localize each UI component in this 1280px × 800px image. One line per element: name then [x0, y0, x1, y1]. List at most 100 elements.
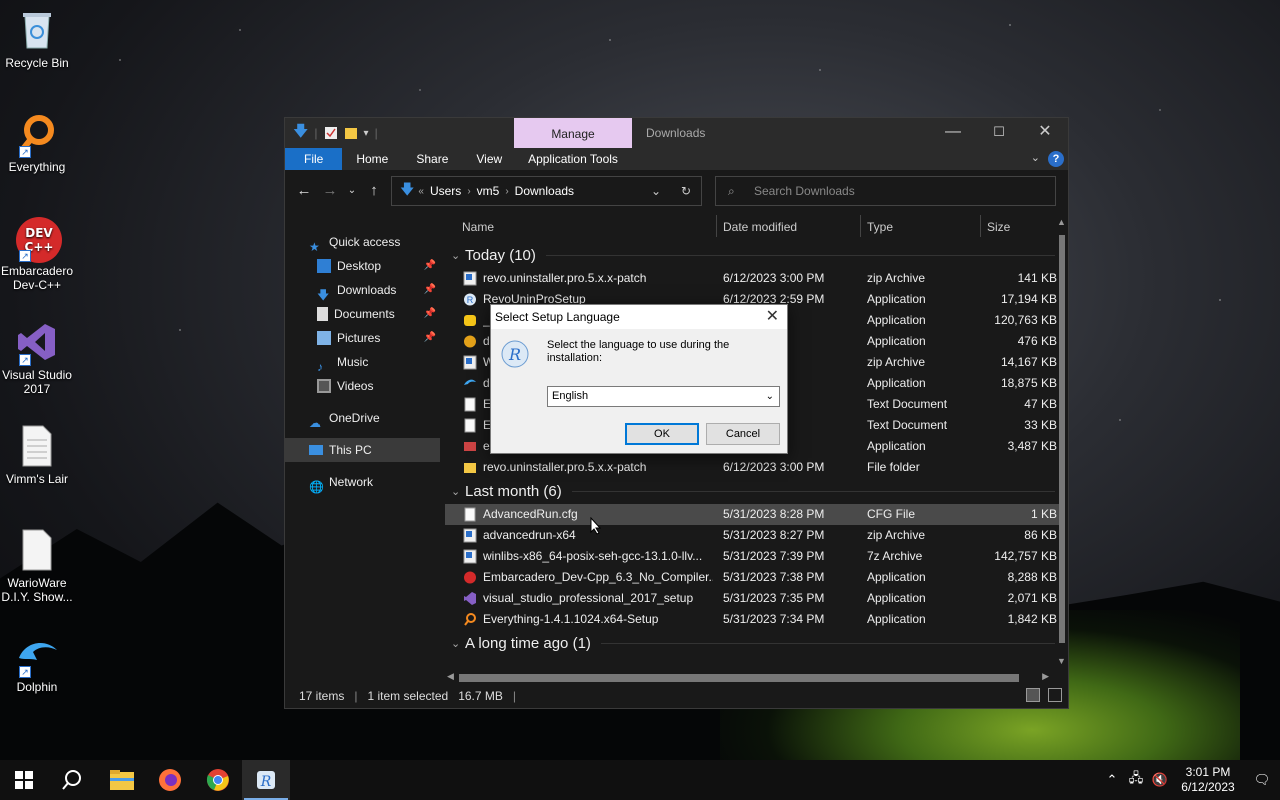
column-divider[interactable] — [980, 215, 981, 237]
star-icon: ★ — [309, 240, 320, 254]
close-button[interactable]: ✕ — [1022, 118, 1068, 148]
tab-file[interactable]: File — [285, 148, 343, 170]
desktop-icon-vimms-lair[interactable]: Vimm's Lair — [0, 424, 74, 486]
properties-icon[interactable] — [324, 126, 338, 140]
maximize-button[interactable]: ☐ — [976, 118, 1022, 148]
desktop-icon-dolphin[interactable]: ↗ Dolphin — [0, 632, 74, 694]
breadcrumb-chevron-icon[interactable]: › — [467, 186, 470, 197]
collapse-chevron-icon[interactable]: ⌄ — [451, 485, 460, 498]
vertical-scrollbar[interactable]: ▲ ▼ — [1056, 217, 1068, 666]
scroll-up-icon[interactable]: ▲ — [1057, 217, 1066, 227]
column-size[interactable]: Size — [987, 220, 1010, 234]
breadcrumb-overflow-icon[interactable]: « — [418, 186, 424, 197]
desktop-icon-warioware[interactable]: WarioWare D.I.Y. Show... — [0, 528, 74, 604]
dialog-close-icon[interactable]: ✕ — [766, 305, 779, 329]
collapse-chevron-icon[interactable]: ⌄ — [451, 249, 460, 262]
details-view-icon[interactable] — [1026, 688, 1040, 702]
recent-locations-chevron-icon[interactable]: ⌄ — [343, 185, 361, 196]
file-row[interactable]: revo.uninstaller.pro.5.x.x-patch 6/12/202… — [445, 457, 1065, 478]
nav-this-pc[interactable]: This PC — [285, 438, 440, 462]
minimize-button[interactable]: — — [930, 118, 976, 148]
file-row[interactable]: advancedrun-x64 5/31/2023 8:27 PM zip Arch… — [445, 525, 1065, 546]
volume-muted-icon[interactable]: 🔇 — [1148, 772, 1172, 788]
nav-desktop[interactable]: Desktop 📌 — [285, 254, 440, 278]
tab-share[interactable]: Share — [402, 148, 462, 170]
taskbar-file-explorer[interactable] — [98, 760, 146, 800]
desktop-icon-devcpp[interactable]: DEV C++ ↗ Embarcadero Dev-C++ — [0, 216, 74, 292]
column-divider[interactable] — [860, 215, 861, 237]
nav-music[interactable]: ♪ Music — [285, 350, 440, 374]
zip-icon — [463, 549, 477, 564]
breadcrumb-users[interactable]: Users — [430, 184, 461, 198]
file-row[interactable]: winlibs-x86_64-posix-seh-gcc-13.1.0-llv.… — [445, 546, 1065, 567]
nav-videos[interactable]: Videos — [285, 374, 440, 398]
search-input[interactable]: ⌕ Search Downloads — [715, 176, 1056, 206]
pin-icon[interactable]: 📌 — [424, 326, 436, 350]
scroll-down-icon[interactable]: ▼ — [1057, 656, 1066, 666]
new-folder-icon[interactable] — [344, 126, 358, 140]
desktop-icon-everything[interactable]: ↗ Everything — [0, 112, 74, 174]
down-arrow-icon[interactable]: 🡇 — [293, 121, 308, 146]
pin-icon[interactable]: 📌 — [424, 302, 436, 326]
column-date-modified[interactable]: Date modified — [723, 220, 797, 234]
cancel-button[interactable]: Cancel — [706, 423, 780, 445]
group-header-today[interactable]: ⌄ Today (10) — [445, 242, 1065, 268]
breadcrumb-vm5[interactable]: vm5 — [477, 184, 500, 198]
taskbar-revo-setup[interactable]: R — [242, 760, 290, 800]
group-divider — [571, 490, 1055, 492]
show-hidden-icons-chevron-icon[interactable]: ⌃ — [1100, 772, 1124, 788]
file-row[interactable]: revo.uninstaller.pro.5.x.x-patch 6/12/202… — [445, 268, 1065, 289]
forward-arrow-icon[interactable]: → — [317, 182, 343, 199]
tab-application-tools[interactable]: Application Tools — [514, 148, 632, 170]
column-type[interactable]: Type — [867, 220, 893, 234]
scroll-left-icon[interactable]: ◀ — [447, 671, 454, 682]
nav-onedrive[interactable]: ☁ OneDrive — [285, 406, 440, 430]
file-row[interactable]: visual_studio_professional_2017_setup 5/3… — [445, 588, 1065, 609]
language-select[interactable]: English ⌄ — [547, 386, 780, 407]
customize-dropdown-icon[interactable]: ▾ — [364, 128, 369, 139]
action-center-notification-icon[interactable]: 🗨 — [1244, 772, 1280, 788]
address-bar[interactable]: 🡇 « Users › vm5 › Downloads ⌄ ↻ — [391, 176, 702, 206]
nav-downloads[interactable]: 🡇 Downloads 📌 — [285, 278, 440, 302]
scrollbar-thumb[interactable] — [459, 674, 1019, 682]
tab-home[interactable]: Home — [342, 148, 402, 170]
taskbar-clock[interactable]: 3:01 PM 6/12/2023 — [1172, 765, 1244, 795]
network-status-icon[interactable]: 🖧 — [1124, 769, 1148, 791]
column-name[interactable]: Name — [462, 220, 494, 234]
nav-quick-access[interactable]: ★ Quick access — [285, 230, 440, 254]
file-row[interactable]: Embarcadero_Dev-Cpp_6.3_No_Compiler... 5/… — [445, 567, 1065, 588]
taskbar-firefox[interactable] — [146, 760, 194, 800]
tab-view[interactable]: View — [462, 148, 516, 170]
nav-network[interactable]: 🌐 Network — [285, 470, 440, 494]
up-arrow-icon[interactable]: ↑ — [361, 182, 387, 199]
taskbar-search-button[interactable] — [48, 760, 96, 800]
file-row[interactable]: AdvancedRun.cfg 5/31/2023 8:28 PM CFG File… — [445, 504, 1065, 525]
tab-manage[interactable]: Manage — [514, 118, 632, 148]
column-divider[interactable] — [716, 215, 717, 237]
nav-label: Downloads — [337, 283, 397, 297]
address-dropdown-icon[interactable]: ⌄ — [651, 184, 661, 198]
refresh-icon[interactable]: ↻ — [681, 184, 691, 198]
desktop-icon-visual-studio[interactable]: ↗ Visual Studio 2017 — [0, 320, 74, 396]
horizontal-scrollbar[interactable]: ◀ ▶ — [445, 671, 1051, 685]
pin-icon[interactable]: 📌 — [424, 254, 436, 278]
group-header-long-time-ago[interactable]: ⌄ A long time ago (1) — [445, 630, 1065, 656]
desktop-icon-recycle-bin[interactable]: Recycle Bin — [0, 8, 74, 70]
start-button[interactable] — [0, 760, 48, 800]
expand-ribbon-chevron-icon[interactable]: ⌄ — [1031, 151, 1040, 164]
breadcrumb-chevron-icon[interactable]: › — [505, 186, 508, 197]
ok-button[interactable]: OK — [625, 423, 699, 445]
scroll-right-icon[interactable]: ▶ — [1042, 671, 1049, 682]
nav-pictures[interactable]: Pictures 📌 — [285, 326, 440, 350]
large-icons-view-icon[interactable] — [1048, 688, 1062, 702]
pin-icon[interactable]: 📌 — [424, 278, 436, 302]
nav-documents[interactable]: Documents 📌 — [285, 302, 440, 326]
back-arrow-icon[interactable]: ← — [291, 182, 317, 199]
collapse-chevron-icon[interactable]: ⌄ — [451, 637, 460, 650]
scrollbar-thumb[interactable] — [1059, 235, 1065, 643]
help-icon[interactable]: ? — [1048, 151, 1064, 167]
group-header-last-month[interactable]: ⌄ Last month (6) — [445, 478, 1065, 504]
breadcrumb-downloads[interactable]: Downloads — [515, 184, 574, 198]
file-row[interactable]: Everything-1.4.1.1024.x64-Setup 5/31/2023… — [445, 609, 1065, 630]
taskbar-chrome[interactable] — [194, 760, 242, 800]
